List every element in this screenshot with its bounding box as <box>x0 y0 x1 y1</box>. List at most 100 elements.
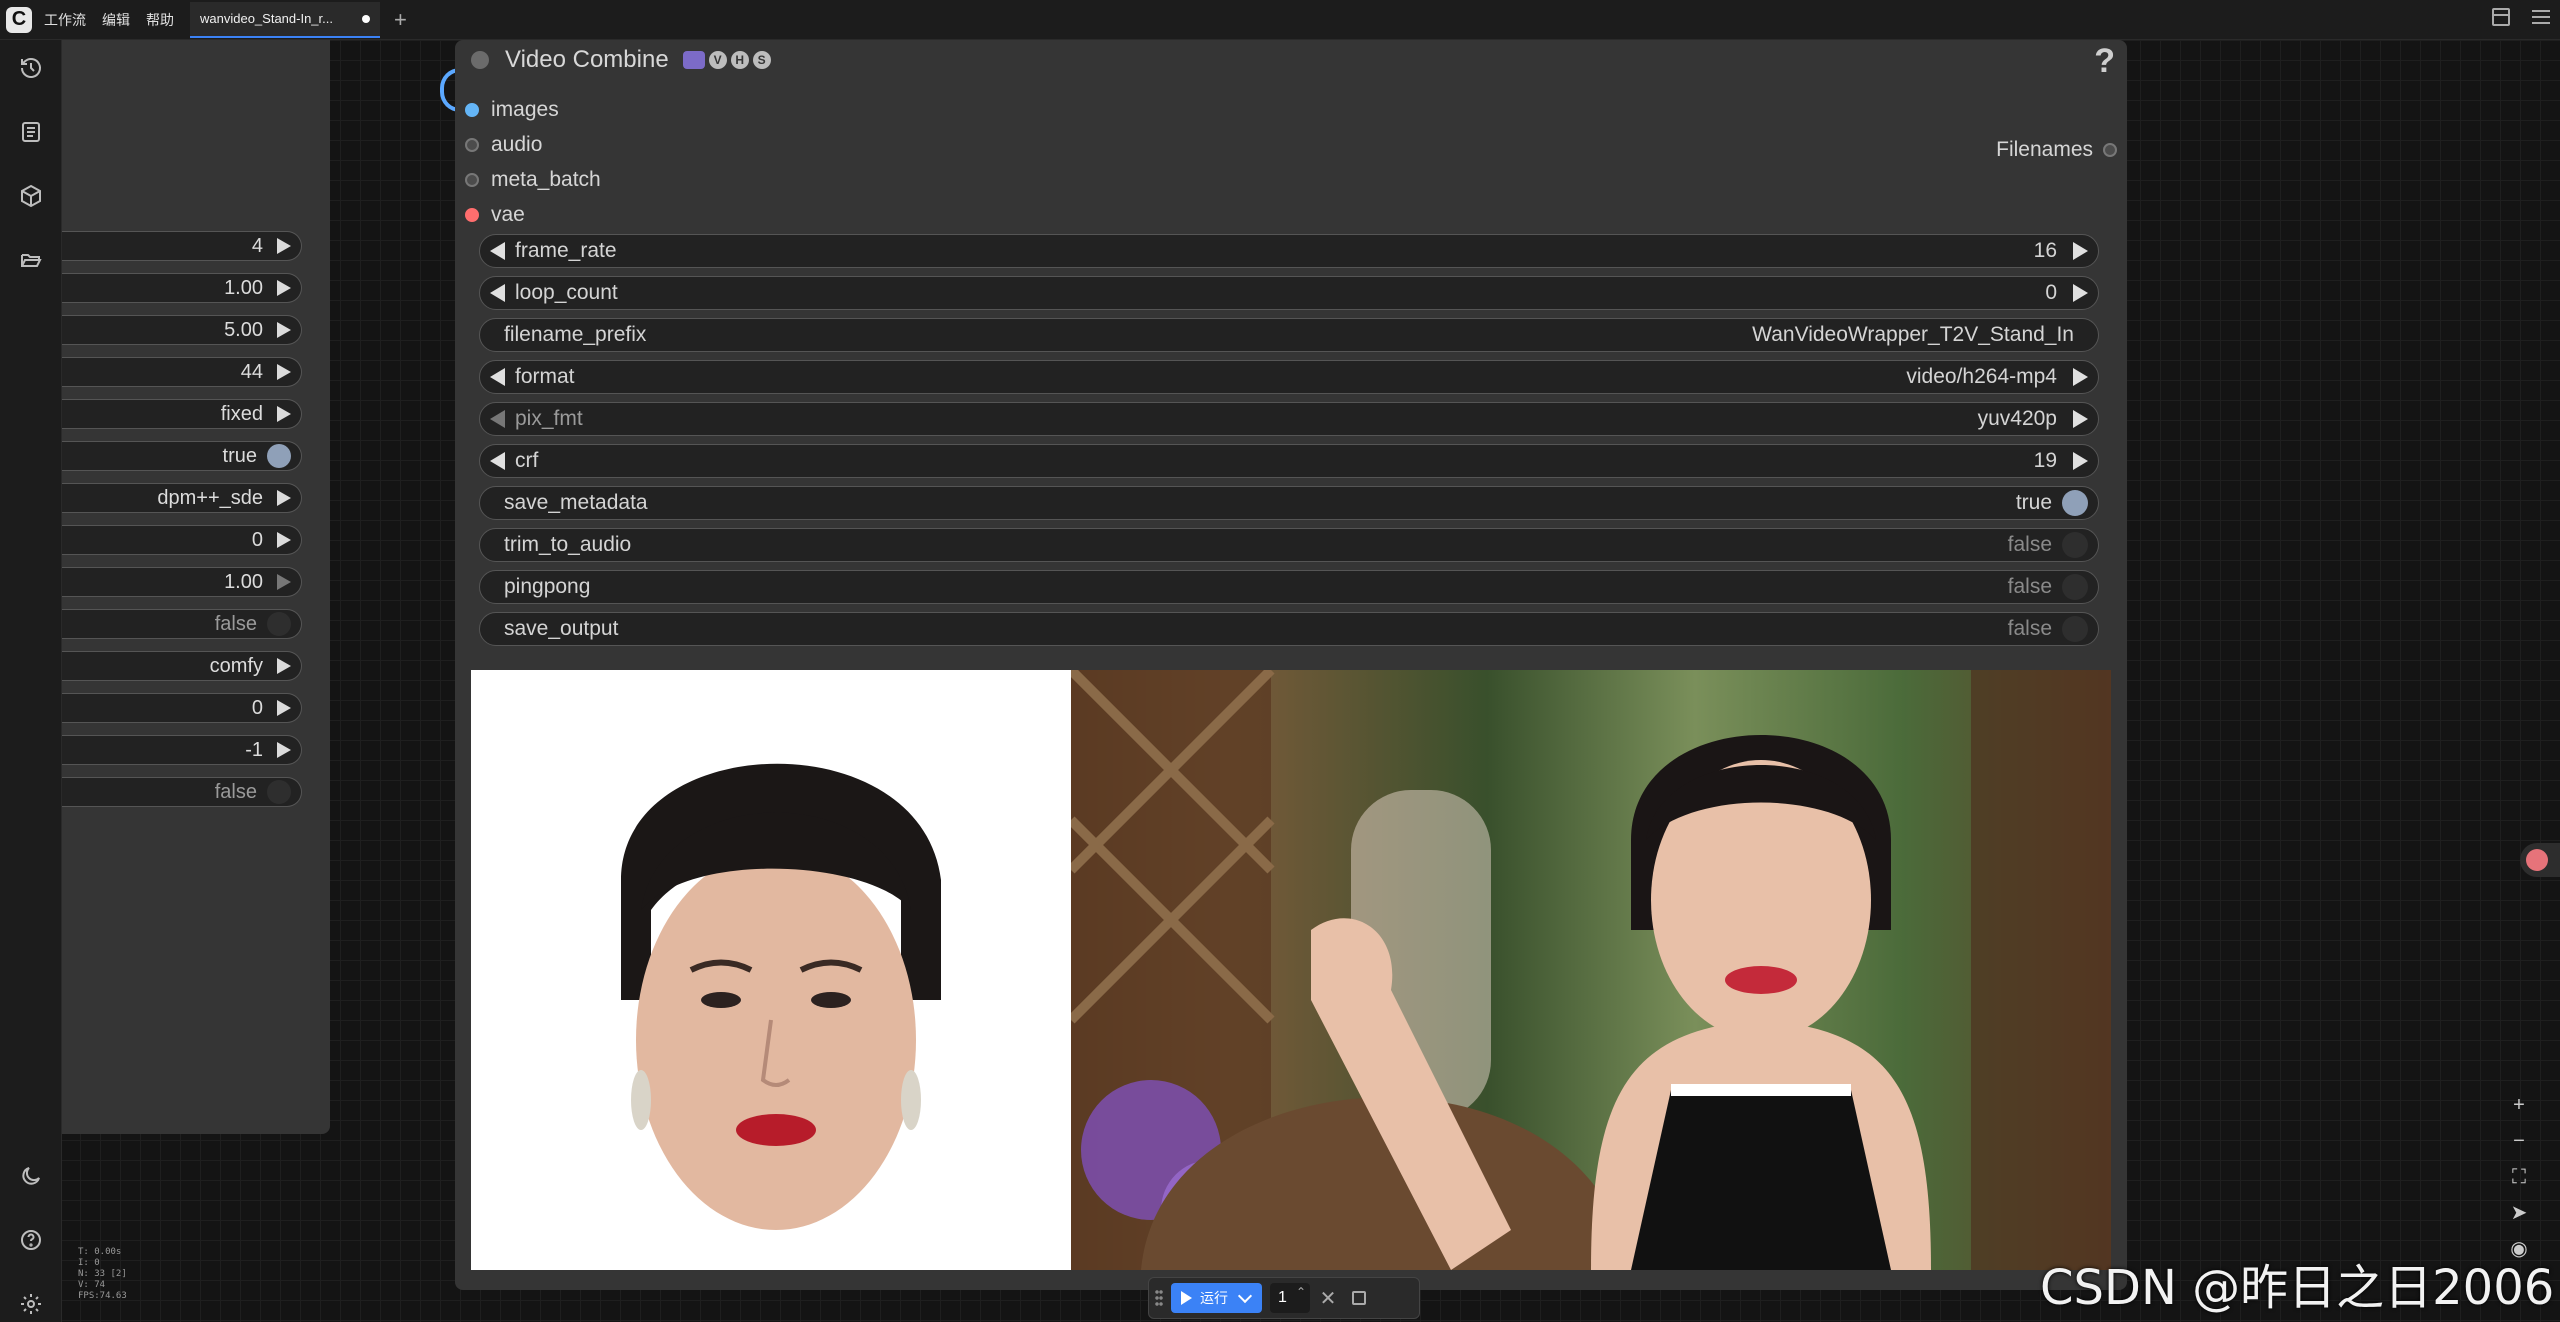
increment-arrow-icon[interactable] <box>2073 242 2088 260</box>
decrement-arrow-icon[interactable] <box>490 410 505 428</box>
menu-edit[interactable]: 编辑 <box>102 10 130 30</box>
stop-square-icon[interactable] <box>1352 1291 1366 1305</box>
widget-format[interactable]: format video/h264-mp4 <box>479 360 2099 394</box>
toggle-knob[interactable] <box>2062 490 2088 516</box>
increment-arrow-icon[interactable] <box>2073 368 2088 386</box>
left-widget-toggle[interactable]: false <box>62 609 302 639</box>
left-sidebar <box>0 40 62 1322</box>
input-audio[interactable]: audio <box>465 130 542 160</box>
input-socket-icon[interactable] <box>465 138 479 152</box>
left-widget-toggle[interactable]: true <box>62 441 302 471</box>
left-widget-number[interactable]: 1.00 <box>62 567 302 597</box>
widget-pingpong[interactable]: pingpong false <box>479 570 2099 604</box>
toggle-panel-icon[interactable] <box>2492 8 2510 26</box>
widget-crf[interactable]: crf 19 <box>479 444 2099 478</box>
increment-arrow-icon[interactable] <box>277 574 291 590</box>
decrement-arrow-icon[interactable] <box>490 284 505 302</box>
input-socket-icon[interactable] <box>465 208 479 222</box>
input-meta-batch[interactable]: meta_batch <box>465 165 601 195</box>
left-widget-toggle[interactable]: false <box>62 777 302 807</box>
node-help-icon[interactable]: ? <box>2094 42 2115 81</box>
perf-stats: T: 0.00s I: 0 N: 33 [2] V: 74 FPS:74.63 <box>78 1247 127 1302</box>
output-filenames[interactable]: Filenames <box>1996 135 2117 165</box>
toggle-knob[interactable] <box>2062 616 2088 642</box>
increment-arrow-icon[interactable] <box>277 238 291 254</box>
chevron-down-icon[interactable] <box>1237 1288 1253 1304</box>
left-widget-steps[interactable]: 4 <box>62 231 302 261</box>
left-widget-number[interactable]: 1.00 <box>62 273 302 303</box>
widget-save-output[interactable]: save_output false <box>479 612 2099 646</box>
left-widget-number[interactable]: 0 <box>62 693 302 723</box>
run-button[interactable]: 运行 <box>1171 1283 1262 1313</box>
zoom-out-icon[interactable]: − <box>2508 1131 2530 1151</box>
history-icon[interactable] <box>17 54 45 82</box>
widget-label: frame_rate <box>515 239 617 262</box>
pointer-icon[interactable]: ➤ <box>2508 1203 2530 1223</box>
increment-arrow-icon[interactable] <box>277 490 291 506</box>
decrement-arrow-icon[interactable] <box>490 452 505 470</box>
decrement-arrow-icon[interactable] <box>490 368 505 386</box>
menu-help[interactable]: 帮助 <box>146 10 174 30</box>
widget-loop-count[interactable]: loop_count 0 <box>479 276 2099 310</box>
increment-arrow-icon[interactable] <box>2073 284 2088 302</box>
increment-arrow-icon[interactable] <box>2073 452 2088 470</box>
side-extension-tab[interactable] <box>2520 843 2560 877</box>
settings-icon[interactable] <box>17 1290 45 1318</box>
widget-save-metadata[interactable]: save_metadata true <box>479 486 2099 520</box>
left-widget-scheduler[interactable]: dpm++_sde <box>62 483 302 513</box>
decrement-arrow-icon[interactable] <box>490 242 505 260</box>
input-socket-icon[interactable] <box>465 103 479 117</box>
menu-hamburger-icon[interactable] <box>2532 8 2550 24</box>
widget-label: pix_fmt <box>515 407 583 430</box>
increment-arrow-icon[interactable] <box>277 742 291 758</box>
widget-pix-fmt[interactable]: pix_fmt yuv420p <box>479 402 2099 436</box>
toggle-knob[interactable] <box>2062 532 2088 558</box>
input-vae[interactable]: vae <box>465 200 525 230</box>
batch-count-input[interactable]: 1 <box>1270 1283 1310 1313</box>
increment-arrow-icon[interactable] <box>277 364 291 380</box>
left-widget-number[interactable]: 0 <box>62 525 302 555</box>
left-widget-number[interactable]: -1 <box>62 735 302 765</box>
document-icon[interactable] <box>17 118 45 146</box>
input-socket-icon[interactable] <box>465 173 479 187</box>
input-images[interactable]: images <box>465 95 559 125</box>
left-widget-control[interactable]: fixed <box>62 399 302 429</box>
increment-arrow-icon[interactable] <box>277 658 291 674</box>
widget-trim-to-audio[interactable]: trim_to_audio false <box>479 528 2099 562</box>
increment-arrow-icon[interactable] <box>277 406 291 422</box>
video-preview[interactable] <box>471 670 2111 1270</box>
left-widget-seed[interactable]: 44 <box>62 357 302 387</box>
toggle-knob[interactable] <box>267 780 291 804</box>
workflow-tab[interactable]: wanvideo_Stand-In_r... <box>190 1 380 38</box>
help-circle-icon[interactable] <box>17 1226 45 1254</box>
cube-icon[interactable] <box>17 182 45 210</box>
extension-avatar-icon[interactable] <box>2526 849 2548 871</box>
collapse-dot-icon[interactable] <box>471 51 489 69</box>
fit-view-icon[interactable]: ⛶ <box>2508 1167 2530 1187</box>
comfy-logo[interactable]: C <box>6 6 32 33</box>
zoom-in-icon[interactable]: + <box>2508 1095 2530 1115</box>
widget-frame-rate[interactable]: frame_rate 16 <box>479 234 2099 268</box>
node-header[interactable]: Video Combine V H S ? <box>455 40 2127 80</box>
left-widget-number[interactable]: 5.00 <box>62 315 302 345</box>
toggle-knob[interactable] <box>267 444 291 468</box>
widget-filename-prefix[interactable]: filename_prefix WanVideoWrapper_T2V_Stan… <box>479 318 2099 352</box>
close-icon[interactable]: ✕ <box>1318 1286 1338 1311</box>
video-combine-node[interactable]: Video Combine V H S ? images audio meta_… <box>455 40 2127 1290</box>
toggle-knob[interactable] <box>2062 574 2088 600</box>
drag-handle-icon[interactable] <box>1155 1289 1163 1307</box>
new-tab-plus-icon[interactable]: + <box>394 7 407 33</box>
increment-arrow-icon[interactable] <box>2073 410 2088 428</box>
increment-arrow-icon[interactable] <box>277 700 291 716</box>
output-socket-icon[interactable] <box>2103 143 2117 157</box>
moon-icon[interactable] <box>17 1162 45 1190</box>
left-widget-combo[interactable]: comfy <box>62 651 302 681</box>
menu-workflow[interactable]: 工作流 <box>44 10 86 30</box>
increment-arrow-icon[interactable] <box>277 280 291 296</box>
left-sampler-node[interactable]: 4 1.00 5.00 44 fixed true dpm++_sde 0 1.… <box>62 40 330 1134</box>
increment-arrow-icon[interactable] <box>277 532 291 548</box>
folder-open-icon[interactable] <box>17 246 45 274</box>
increment-arrow-icon[interactable] <box>277 322 291 338</box>
toggle-knob[interactable] <box>267 612 291 636</box>
unsaved-dot-icon[interactable] <box>362 14 370 23</box>
